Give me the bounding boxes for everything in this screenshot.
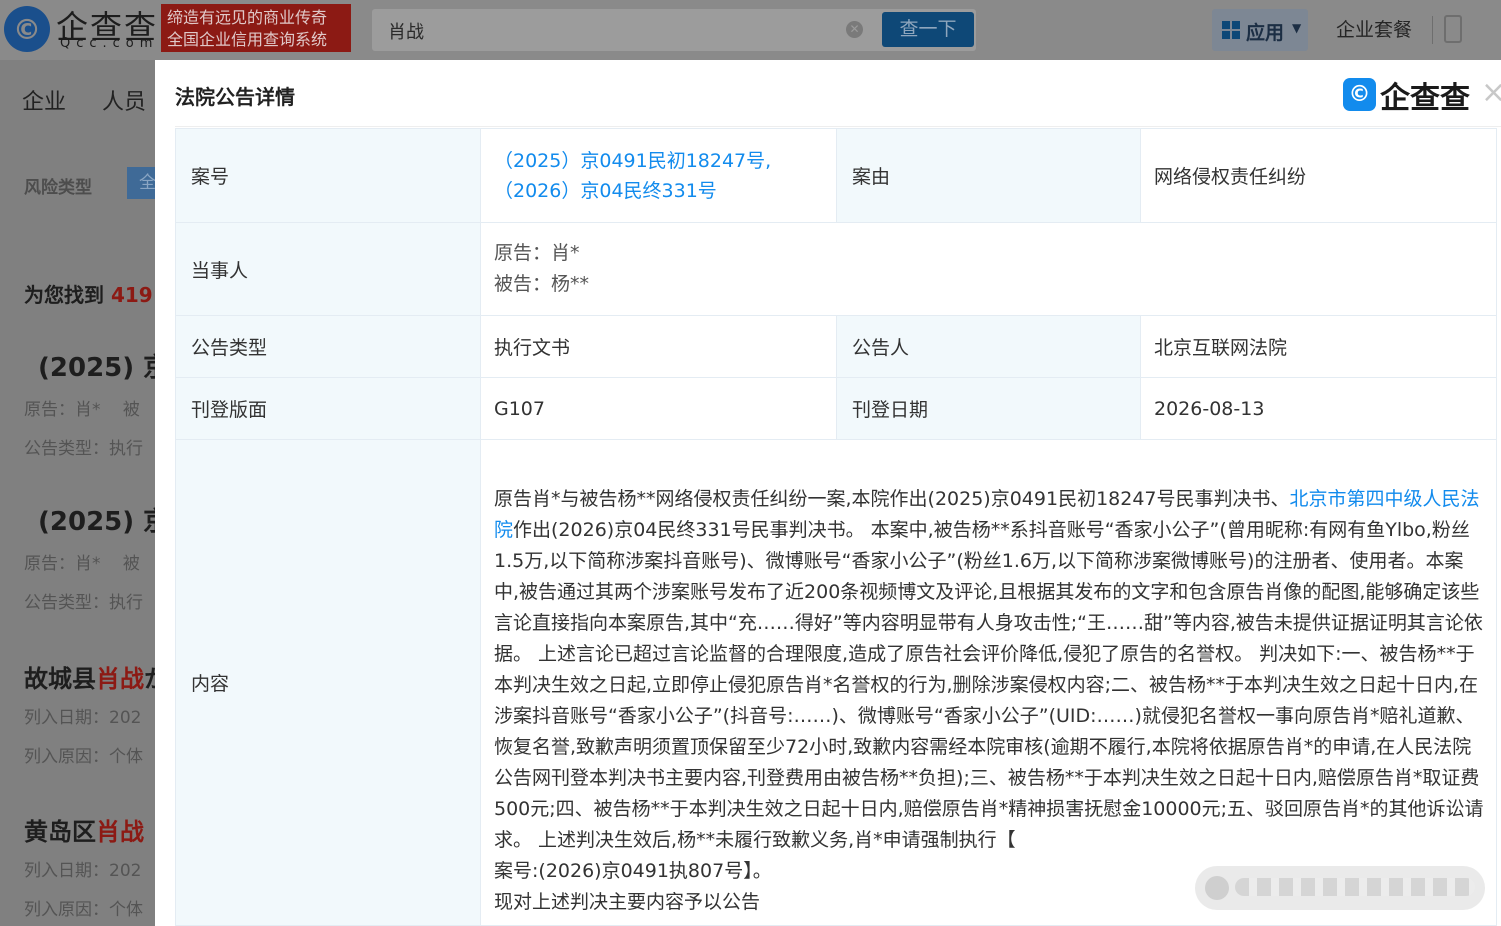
header-divider (1432, 16, 1433, 44)
court-notice-modal: 法院公告详情 © 企查查 × 案号 （2025）京0491民初18247号,（2… (155, 60, 1501, 926)
result-count-number: 419 (110, 283, 153, 307)
result-count-prefix: 为您找到 (24, 283, 104, 307)
case-no-cell: （2025）京0491民初18247号,（2026）京04民终331号 (480, 128, 837, 223)
qcc-logo-icon: © (1343, 78, 1376, 111)
mobile-phone-icon[interactable] (1444, 15, 1462, 43)
watermark-avatar-icon (1205, 876, 1229, 900)
page-label: 刊登版面 (175, 377, 481, 440)
result-line: 列入日期：202 (24, 861, 142, 881)
plaintiff-value: 原告：肖* (494, 242, 580, 264)
table-row: 内容 原告肖*与被告杨**网络侵权责任纠纷一案,本院作出(2025)京0491民… (175, 439, 1497, 926)
slogan-line-2: 全国企业信用查询系统 (167, 30, 328, 49)
announcer-value: 北京互联网法院 (1140, 315, 1497, 378)
result-line: 原告：肖* 被 (24, 554, 140, 574)
slogan-banner: 缔造有远见的商业传奇 全国企业信用查询系统 (161, 4, 351, 52)
apps-grid-icon (1222, 21, 1240, 39)
parties-label: 当事人 (175, 222, 481, 316)
notice-detail-table: 案号 （2025）京0491民初18247号,（2026）京04民终331号 案… (175, 128, 1497, 926)
apps-menu-button[interactable]: 应用 ▼ (1212, 9, 1308, 51)
table-row: 案号 （2025）京0491民初18247号,（2026）京04民终331号 案… (175, 128, 1497, 223)
result-title[interactable]: 故城县肖战か (24, 659, 168, 694)
result-line: 列入原因：个体 (24, 747, 143, 767)
case-no-link[interactable]: （2025）京0491民初18247号,（2026）京04民终331号 (494, 146, 835, 206)
date-label: 刊登日期 (836, 377, 1141, 440)
content-text: 原告肖*与被告杨**网络侵权责任纠纷一案,本院作出(2025)京0491民初18… (494, 488, 1290, 510)
notice-type-label: 公告类型 (175, 315, 481, 378)
page-value: G107 (480, 377, 837, 440)
slogan-line-1: 缔造有远见的商业传奇 (167, 8, 328, 27)
content-value: 原告肖*与被告杨**网络侵权责任纠纷一案,本院作出(2025)京0491民初18… (480, 439, 1497, 926)
table-row: 当事人 原告：肖* 被告：杨** (175, 222, 1497, 316)
risk-type-label: 风险类型 (24, 178, 92, 198)
result-title[interactable]: 黄岛区肖战 (24, 812, 144, 847)
result-title-prefix: 故城县 (24, 665, 96, 693)
result-title[interactable]: (2025) 京 (38, 501, 169, 538)
top-header: © 企查查 Qcc.com 缔造有远见的商业传奇 全国企业信用查询系统 肖战 ✕… (0, 0, 1501, 60)
announcer-label: 公告人 (836, 315, 1141, 378)
result-title-prefix: 黄岛区 (24, 818, 96, 846)
result-title-highlight: 肖战 (96, 818, 144, 846)
table-row: 刊登版面 G107 刊登日期 2026-08-13 (175, 377, 1497, 440)
chevron-down-icon: ▼ (1292, 21, 1302, 35)
content-text: 作出(2026)京04民终331号民事判决书。 本案中,被告杨**系抖音账号“香… (494, 519, 1484, 851)
modal-title: 法院公告详情 (175, 85, 295, 109)
enterprise-package-link[interactable]: 企业套餐 (1336, 15, 1412, 42)
clear-icon[interactable]: ✕ (846, 21, 863, 38)
watermark-bar (1235, 878, 1475, 896)
parties-cell: 原告：肖* 被告：杨** (480, 222, 1497, 316)
qcc-logo-icon[interactable]: © (4, 6, 50, 52)
content-label: 内容 (175, 439, 481, 926)
notice-type-value: 执行文书 (480, 315, 837, 378)
result-line: 原告：肖* 被 (24, 400, 140, 420)
modal-divider (175, 126, 1501, 127)
watermark-overlay (1195, 866, 1485, 910)
search-button[interactable]: 查一下 (882, 12, 974, 47)
case-no-label: 案号 (175, 128, 481, 223)
result-line: 列入日期：202 (24, 708, 142, 728)
nav-tab-company[interactable]: 企业 (22, 84, 66, 116)
result-title[interactable]: (2025) 京 (38, 347, 169, 384)
result-line: 公告类型：执行 (24, 439, 143, 459)
result-line: 列入原因：个体 (24, 900, 143, 920)
result-title-highlight: 肖战 (96, 665, 144, 693)
logo-subtext: Qcc.com (60, 36, 159, 51)
nav-tab-person[interactable]: 人员 (102, 84, 146, 116)
search-query[interactable]: 肖战 (388, 18, 424, 44)
defendant-value: 被告：杨** (494, 273, 590, 295)
date-value: 2026-08-13 (1140, 377, 1497, 440)
brand-text: 企查查 (1380, 81, 1470, 116)
cause-value: 网络侵权责任纠纷 (1140, 128, 1497, 223)
cause-label: 案由 (836, 128, 1141, 223)
apps-label: 应用 (1246, 22, 1285, 44)
result-line: 公告类型：执行 (24, 593, 143, 613)
table-row: 公告类型 执行文书 公告人 北京互联网法院 (175, 315, 1497, 378)
close-icon[interactable]: × (1481, 78, 1501, 108)
result-count: 为您找到 419 (24, 279, 153, 308)
